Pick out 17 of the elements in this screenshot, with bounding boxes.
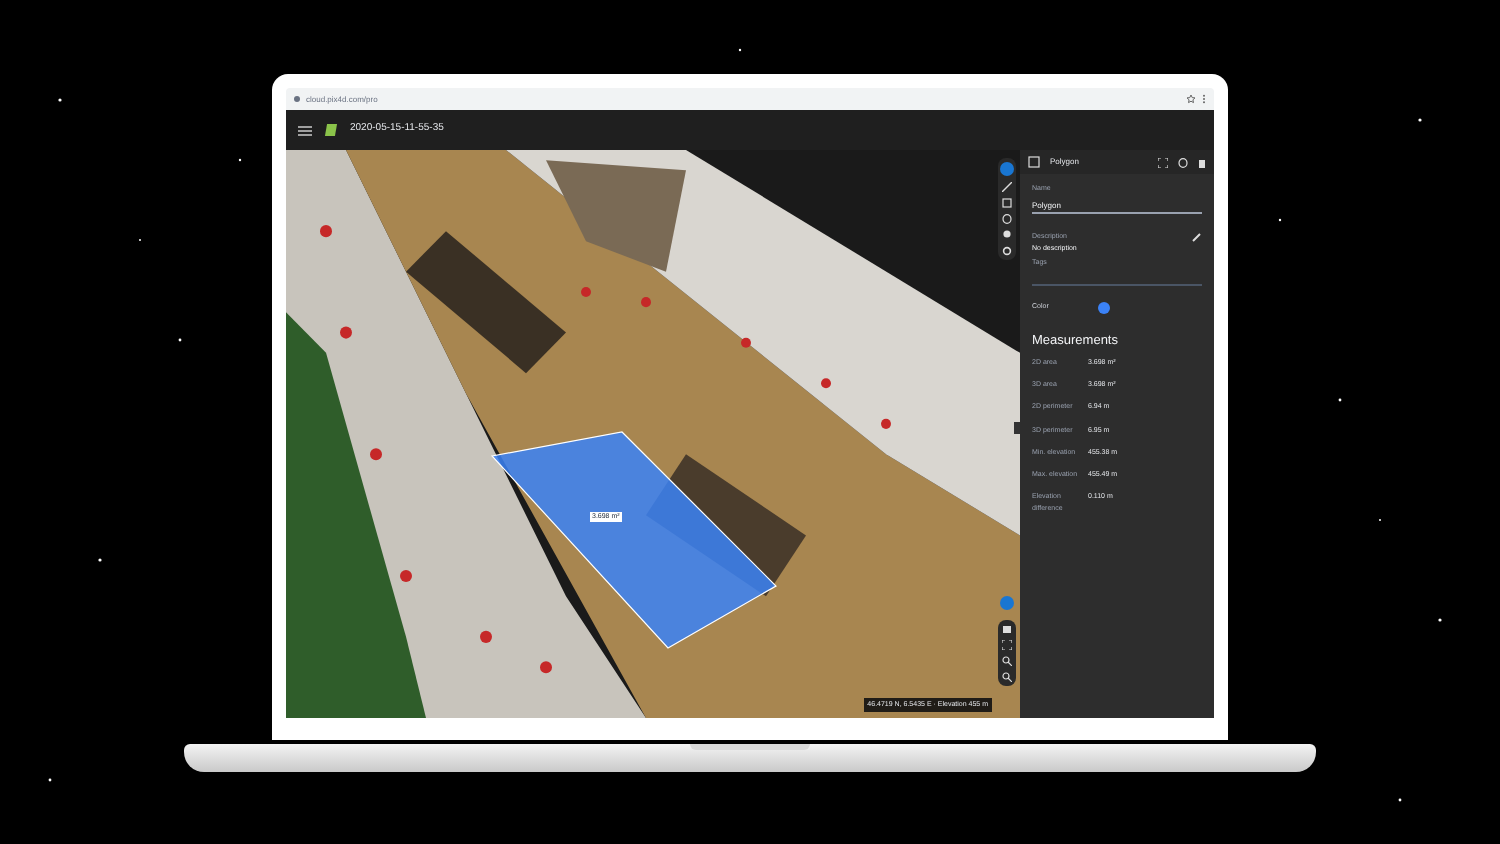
zoom-in-icon[interactable] [1002, 656, 1012, 666]
focus-icon[interactable] [1158, 157, 1168, 167]
logo-icon [324, 124, 338, 136]
star-icon[interactable] [1186, 94, 1196, 104]
polygon-tool-icon[interactable] [1002, 198, 1012, 208]
menu-icon[interactable] [298, 125, 312, 135]
measurement-polygon[interactable] [488, 430, 780, 652]
polygon-icon [1028, 156, 1040, 168]
color-swatch[interactable] [1098, 302, 1110, 314]
trackpad-notch [690, 744, 810, 750]
edit-icon[interactable] [1192, 232, 1202, 243]
panel-toggle-icon[interactable] [1014, 422, 1020, 434]
fullscreen-icon[interactable] [1002, 640, 1012, 650]
lock-icon [294, 96, 300, 102]
cursor-tool-icon[interactable] [1000, 162, 1014, 176]
line-tool-icon[interactable] [1002, 182, 1012, 192]
home-icon[interactable] [1002, 624, 1012, 634]
